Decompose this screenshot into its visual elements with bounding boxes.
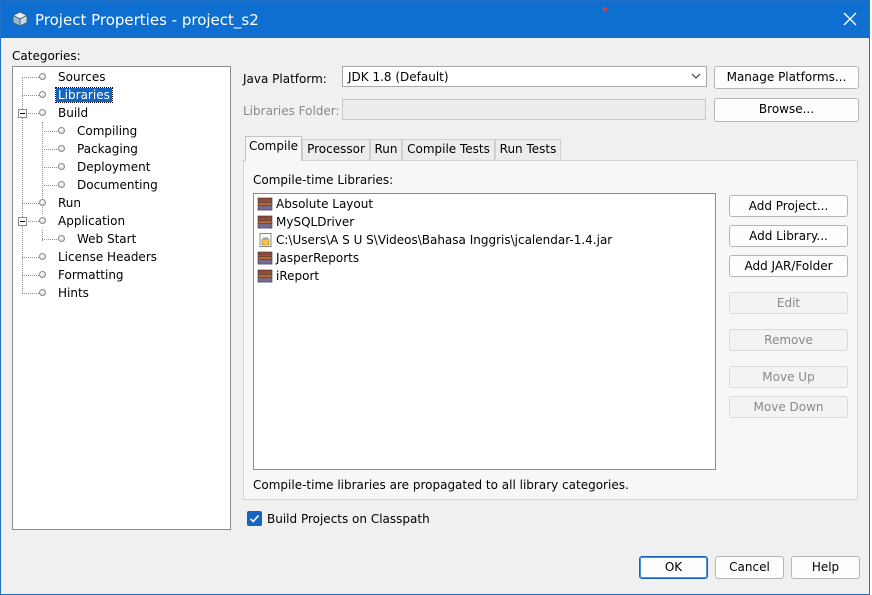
tree-leaf-icon xyxy=(58,181,65,188)
ok-button[interactable]: OK xyxy=(639,556,708,579)
tree-item-label: Application xyxy=(58,214,126,228)
library-name: JasperReports xyxy=(276,251,360,265)
list-item[interactable]: C:\Users\A S U S\Videos\Bahasa Inggris\j… xyxy=(255,231,710,249)
tree-leaf-icon xyxy=(58,127,65,134)
libraries-folder-label: Libraries Folder: xyxy=(243,104,340,118)
list-item[interactable]: Absolute Layout xyxy=(255,195,710,213)
library-name: Absolute Layout xyxy=(276,197,374,211)
compile-time-libraries-label: Compile-time Libraries: xyxy=(253,173,394,187)
remove-button[interactable]: Remove xyxy=(729,329,848,351)
edit-button[interactable]: Edit xyxy=(729,292,848,314)
tree-item-compiling[interactable]: Compiling xyxy=(13,122,230,140)
build-projects-on-classpath-label: Build Projects on Classpath xyxy=(267,512,430,526)
library-name: iReport xyxy=(276,269,320,283)
tree-item-application[interactable]: Application xyxy=(13,212,230,230)
tree-item-label: Packaging xyxy=(77,142,138,156)
propagation-note: Compile-time libraries are propagated to… xyxy=(253,478,629,492)
categories-tree: Sources Libraries Build Compiling Packag… xyxy=(12,66,231,530)
tree-item-label: Sources xyxy=(58,70,106,84)
tree-item-build[interactable]: Build xyxy=(13,104,230,122)
library-icon xyxy=(257,269,273,283)
tree-item-label: License Headers xyxy=(58,250,157,264)
tab-run[interactable]: Run xyxy=(370,139,402,160)
tree-leaf-icon xyxy=(39,289,46,296)
close-button[interactable] xyxy=(831,1,869,38)
help-button[interactable]: Help xyxy=(791,556,860,579)
tree-leaf-icon xyxy=(39,253,46,260)
tree-item-packaging[interactable]: Packaging xyxy=(13,140,230,158)
close-icon xyxy=(843,12,857,26)
tree-item-web-start[interactable]: Web Start xyxy=(13,230,230,248)
tab-compile-tests[interactable]: Compile Tests xyxy=(402,139,495,160)
dialog-body: Categories: Sources Libraries Build Comp… xyxy=(1,38,869,594)
tab-compile[interactable]: Compile xyxy=(245,136,302,161)
list-item[interactable]: JasperReports xyxy=(255,249,710,267)
tree-item-hints[interactable]: Hints xyxy=(13,284,230,302)
tree-item-label: Documenting xyxy=(77,178,158,192)
tree-item-run[interactable]: Run xyxy=(13,194,230,212)
cancel-button[interactable]: Cancel xyxy=(715,556,784,579)
chevron-down-icon xyxy=(691,73,701,79)
move-down-button[interactable]: Move Down xyxy=(729,396,848,418)
jar-file-icon xyxy=(259,233,272,247)
tree-leaf-icon xyxy=(39,199,46,206)
library-icon xyxy=(257,251,273,265)
tree-item-sources[interactable]: Sources xyxy=(13,68,230,86)
tab-run-tests[interactable]: Run Tests xyxy=(495,139,561,160)
compile-libraries-list[interactable]: Absolute Layout MySQLDriver C:\Users\A S… xyxy=(253,193,716,470)
java-platform-value: JDK 1.8 (Default) xyxy=(348,70,449,84)
tree-leaf-icon xyxy=(58,163,65,170)
title-bar: Project Properties - project_s2 xyxy=(1,1,869,38)
categories-label: Categories: xyxy=(12,49,81,63)
tree-item-deployment[interactable]: Deployment xyxy=(13,158,230,176)
add-jar-folder-button[interactable]: Add JAR/Folder xyxy=(729,255,848,277)
tree-folder-icon xyxy=(39,109,46,116)
tree-item-label: Hints xyxy=(58,286,89,300)
tree-item-label: Run xyxy=(58,196,82,210)
move-up-button[interactable]: Move Up xyxy=(729,366,848,388)
library-name: MySQLDriver xyxy=(276,215,355,229)
tree-item-formatting[interactable]: Formatting xyxy=(13,266,230,284)
tree-item-documenting[interactable]: Documenting xyxy=(13,176,230,194)
add-project-button[interactable]: Add Project... xyxy=(729,195,848,217)
list-item[interactable]: MySQLDriver xyxy=(255,213,710,231)
library-name: C:\Users\A S U S\Videos\Bahasa Inggris\j… xyxy=(276,233,613,247)
build-projects-on-classpath-checkbox[interactable] xyxy=(247,511,262,526)
tree-item-libraries[interactable]: Libraries xyxy=(13,86,230,104)
tree-item-label: Compiling xyxy=(77,124,138,138)
tree-folder-icon xyxy=(39,217,46,224)
list-item[interactable]: iReport xyxy=(255,267,710,285)
java-platform-label: Java Platform: xyxy=(243,72,327,86)
library-icon xyxy=(257,215,273,229)
tree-leaf-icon xyxy=(58,145,65,152)
browse-button[interactable]: Browse... xyxy=(714,98,859,122)
indicator-dot xyxy=(603,7,607,11)
tree-leaf-icon xyxy=(39,271,46,278)
tree-item-label: Formatting xyxy=(58,268,124,282)
collapse-icon[interactable] xyxy=(18,109,27,118)
tree-item-license-headers[interactable]: License Headers xyxy=(13,248,230,266)
tree-item-label: Deployment xyxy=(77,160,151,174)
tree-leaf-icon xyxy=(58,235,65,242)
tree-item-label: Web Start xyxy=(77,232,137,246)
libraries-folder-field xyxy=(342,99,706,120)
window-title: Project Properties - project_s2 xyxy=(35,11,259,29)
add-library-button[interactable]: Add Library... xyxy=(729,225,848,247)
tab-processor[interactable]: Processor xyxy=(302,139,370,160)
tree-leaf-icon xyxy=(39,73,46,80)
checkmark-icon xyxy=(249,514,260,523)
collapse-icon[interactable] xyxy=(18,217,27,226)
library-icon xyxy=(257,197,273,211)
tree-item-label: Libraries xyxy=(55,87,113,103)
tree-leaf-icon xyxy=(39,91,46,98)
project-properties-dialog: Project Properties - project_s2 Categori… xyxy=(0,0,870,595)
tree-item-label: Build xyxy=(58,106,89,120)
project-cube-icon xyxy=(12,11,28,27)
java-platform-select[interactable]: JDK 1.8 (Default) xyxy=(342,66,707,87)
manage-platforms-button[interactable]: Manage Platforms... xyxy=(714,66,859,89)
